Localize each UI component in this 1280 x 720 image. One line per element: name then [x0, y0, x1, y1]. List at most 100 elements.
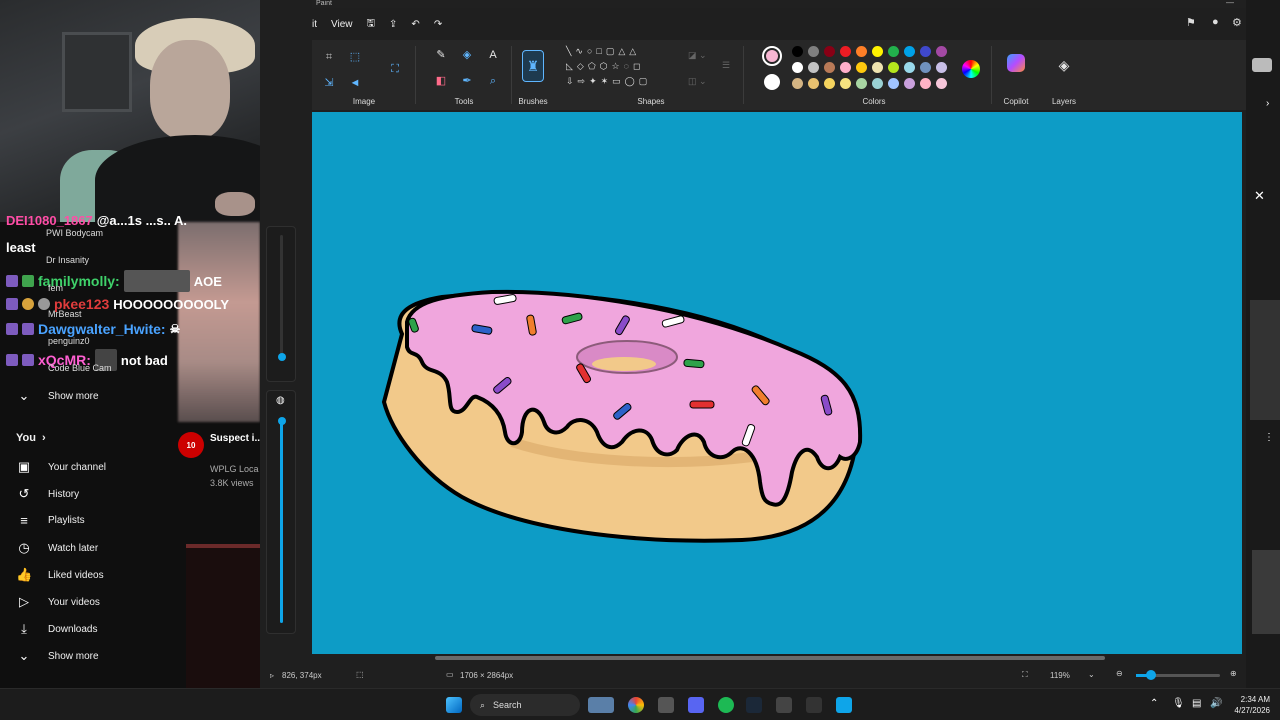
- color-swatch[interactable]: [824, 46, 835, 57]
- app-icon[interactable]: [806, 697, 822, 713]
- color-swatch[interactable]: [904, 78, 915, 89]
- nav-watch-later[interactable]: ◷ Watch later: [16, 540, 98, 556]
- menu-edit[interactable]: it: [312, 19, 317, 30]
- color-swatch[interactable]: [904, 46, 915, 57]
- color-swatch[interactable]: [920, 46, 931, 57]
- text-icon[interactable]: A: [486, 48, 500, 62]
- color-swatch[interactable]: [872, 46, 883, 57]
- feedback-icon[interactable]: ⚑: [1186, 16, 1196, 29]
- zoom-dropdown-icon[interactable]: ⌄: [1088, 670, 1095, 679]
- color-swatch[interactable]: [824, 62, 835, 73]
- fit-to-window-icon[interactable]: ⛶: [1022, 670, 1028, 680]
- color-picker-icon[interactable]: ✒: [460, 74, 474, 88]
- drawing-canvas[interactable]: [312, 112, 1242, 654]
- zoom-level[interactable]: 119%: [1050, 671, 1070, 680]
- close-icon[interactable]: ✕: [1254, 188, 1265, 204]
- tray-chevron-icon[interactable]: ⌃: [1150, 698, 1158, 709]
- color-swatch[interactable]: [856, 62, 867, 73]
- shapes-row-1[interactable]: ╲∿○□▢△△: [566, 46, 640, 57]
- color-swatch[interactable]: [888, 78, 899, 89]
- menu-view[interactable]: View: [331, 19, 353, 30]
- eraser-icon[interactable]: ◧: [434, 74, 448, 88]
- spotify-icon[interactable]: [718, 697, 734, 713]
- brush-icon[interactable]: ♜: [522, 50, 544, 82]
- color-swatch[interactable]: [872, 78, 883, 89]
- copilot-icon[interactable]: [1007, 54, 1025, 72]
- nav-your-channel[interactable]: ▣ Your channel: [16, 459, 106, 475]
- app-icon[interactable]: [658, 697, 674, 713]
- nav-your-videos[interactable]: ▷ Your videos: [16, 594, 100, 610]
- color-swatch[interactable]: [936, 78, 947, 89]
- resize-icon[interactable]: ⇲: [322, 76, 336, 90]
- color-swatch[interactable]: [872, 62, 883, 73]
- rotate-icon[interactable]: ◄: [348, 76, 362, 90]
- network-icon[interactable]: ▤: [1192, 698, 1201, 709]
- volume-icon[interactable]: 🔊: [1210, 698, 1222, 709]
- widget-icon[interactable]: [588, 697, 614, 713]
- steam-icon[interactable]: [746, 697, 762, 713]
- color-swatch[interactable]: [920, 78, 931, 89]
- color-swatch[interactable]: [888, 46, 899, 57]
- shapes-row-3[interactable]: ⇩⇨✦✶▭◯▢: [566, 76, 651, 87]
- primary-color-button[interactable]: [762, 46, 782, 66]
- minimize-button[interactable]: —: [1226, 0, 1234, 7]
- fill-icon[interactable]: ◈: [460, 48, 474, 62]
- nav-history[interactable]: ↺ History: [16, 486, 80, 502]
- layers-icon[interactable]: ◈: [1057, 58, 1071, 72]
- zoom-in-icon[interactable]: ⊕: [1230, 669, 1237, 678]
- undo-icon[interactable]: ↶: [411, 19, 419, 30]
- show-more-button[interactable]: ⌄ Show more: [16, 388, 99, 404]
- color-swatch[interactable]: [792, 46, 803, 57]
- color-swatch[interactable]: [936, 46, 947, 57]
- brush-size-slider[interactable]: [266, 226, 296, 382]
- taskbar-search[interactable]: ⌕ Search: [470, 694, 580, 716]
- secondary-color-button[interactable]: [764, 74, 780, 90]
- color-swatch[interactable]: [808, 46, 819, 57]
- share-icon[interactable]: ⇪: [389, 19, 397, 30]
- color-swatch[interactable]: [808, 62, 819, 73]
- more-options-icon[interactable]: ⋮: [1264, 432, 1274, 443]
- opacity-slider[interactable]: ◍: [266, 390, 296, 634]
- discord-icon[interactable]: [688, 697, 704, 713]
- fill-style-icon[interactable]: ◫ ⌄: [688, 76, 707, 87]
- color-swatch[interactable]: [856, 46, 867, 57]
- redo-icon[interactable]: ↷: [434, 19, 442, 30]
- image-select-icon[interactable]: ⛶: [388, 62, 402, 76]
- color-swatch[interactable]: [824, 78, 835, 89]
- settings-icon[interactable]: [776, 697, 792, 713]
- nav-liked-videos[interactable]: 👍 Liked videos: [16, 567, 104, 583]
- magnifier-icon[interactable]: ⌕: [486, 74, 500, 88]
- color-swatch[interactable]: [920, 62, 931, 73]
- color-swatch[interactable]: [808, 78, 819, 89]
- pencil-icon[interactable]: ✎: [434, 48, 448, 62]
- slider-thumb[interactable]: [278, 353, 286, 361]
- zoom-out-icon[interactable]: ⊖: [1116, 669, 1123, 678]
- taskbar-clock[interactable]: 2:34 AM 4/27/2026: [1234, 694, 1270, 716]
- nav-downloads[interactable]: ⤓ Downloads: [16, 621, 97, 637]
- video-thumbnail[interactable]: [186, 544, 260, 688]
- color-swatch[interactable]: [856, 78, 867, 89]
- select-icon[interactable]: ⬚: [348, 50, 362, 64]
- paint-app-icon[interactable]: [836, 697, 852, 713]
- crop-icon[interactable]: ⌗: [322, 50, 336, 64]
- save-icon[interactable]: 🖫: [367, 16, 376, 33]
- color-swatch[interactable]: [888, 62, 899, 73]
- zoom-slider[interactable]: [1136, 670, 1220, 680]
- color-swatch[interactable]: [792, 62, 803, 73]
- zoom-slider-thumb[interactable]: [1146, 670, 1156, 680]
- color-swatch[interactable]: [840, 78, 851, 89]
- chevron-right-icon[interactable]: ›: [1266, 98, 1269, 109]
- color-swatch[interactable]: [840, 62, 851, 73]
- edit-colors-icon[interactable]: [962, 60, 980, 78]
- color-swatch[interactable]: [936, 62, 947, 73]
- video-thumbnail[interactable]: [178, 222, 260, 422]
- show-more-button[interactable]: ⌄ Show more: [16, 648, 99, 664]
- horizontal-scrollbar[interactable]: [260, 654, 1250, 662]
- color-swatch[interactable]: [904, 62, 915, 73]
- size-icon[interactable]: ☰: [722, 60, 730, 71]
- shapes-row-2[interactable]: ◺◇⬠⬡☆◌◻: [566, 61, 644, 72]
- you-section-header[interactable]: You ›: [16, 432, 46, 444]
- account-icon[interactable]: ●: [1212, 16, 1219, 28]
- settings-icon[interactable]: ⚙: [1232, 16, 1242, 29]
- microphone-icon[interactable]: 🎙: [1172, 698, 1185, 709]
